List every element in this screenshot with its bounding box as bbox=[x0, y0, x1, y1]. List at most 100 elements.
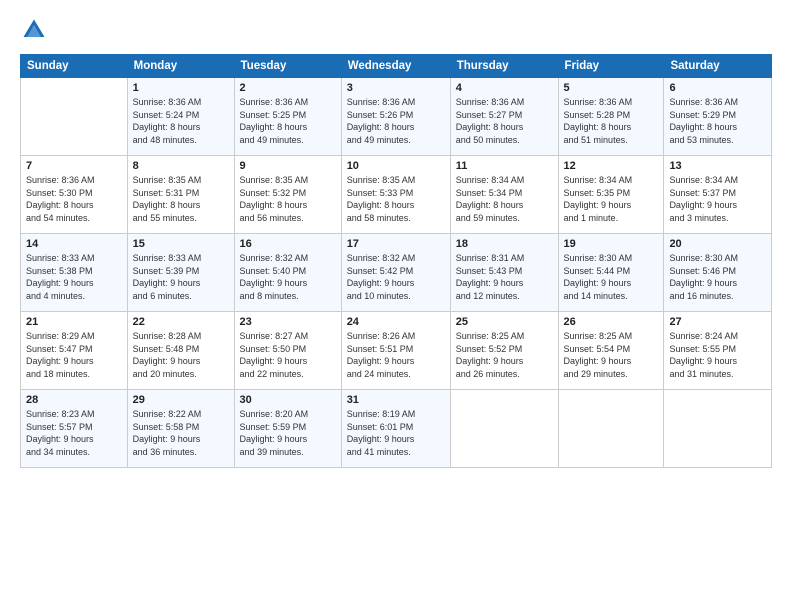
day-info: Sunrise: 8:34 AM Sunset: 5:37 PM Dayligh… bbox=[669, 174, 766, 224]
day-cell: 3Sunrise: 8:36 AM Sunset: 5:26 PM Daylig… bbox=[341, 78, 450, 156]
day-number: 2 bbox=[240, 82, 336, 94]
day-cell: 25 Sunrise: 8:25 AM Sunset: 5:52 PM Dayli… bbox=[450, 312, 558, 390]
header-row: Sunday Monday Tuesday Wednesday Thursday… bbox=[21, 55, 772, 78]
day-number: 18 bbox=[456, 238, 553, 250]
day-info: Sunrise: 8:36 AM Sunset: 5:25 PM Dayligh… bbox=[240, 96, 336, 146]
day-number: 11 bbox=[456, 160, 553, 172]
day-cell: 12 Sunrise: 8:34 AM Sunset: 5:35 PM Dayli… bbox=[558, 156, 664, 234]
day-info: Sunrise: 8:19 AM Sunset: 6:01 PM Dayligh… bbox=[347, 408, 445, 458]
col-sunday: Sunday bbox=[21, 55, 128, 78]
day-cell: 9Sunrise: 8:35 AM Sunset: 5:32 PM Daylig… bbox=[234, 156, 341, 234]
day-cell: 24 Sunrise: 8:26 AM Sunset: 5:51 PM Dayli… bbox=[341, 312, 450, 390]
day-cell: 31 Sunrise: 8:19 AM Sunset: 6:01 PM Dayli… bbox=[341, 390, 450, 468]
day-cell: 28 Sunrise: 8:23 AM Sunset: 5:57 PM Dayli… bbox=[21, 390, 128, 468]
day-cell: 5Sunrise: 8:36 AM Sunset: 5:28 PM Daylig… bbox=[558, 78, 664, 156]
day-info: Sunrise: 8:32 AM Sunset: 5:40 PM Dayligh… bbox=[240, 252, 336, 302]
day-info: Sunrise: 8:35 AM Sunset: 5:33 PM Dayligh… bbox=[347, 174, 445, 224]
day-info: Sunrise: 8:36 AM Sunset: 5:29 PM Dayligh… bbox=[669, 96, 766, 146]
day-cell: 4 Sunrise: 8:36 AM Sunset: 5:27 PM Daylig… bbox=[450, 78, 558, 156]
day-info: Sunrise: 8:30 AM Sunset: 5:44 PM Dayligh… bbox=[564, 252, 659, 302]
day-number: 22 bbox=[133, 316, 229, 328]
day-number: 19 bbox=[564, 238, 659, 250]
col-thursday: Thursday bbox=[450, 55, 558, 78]
col-wednesday: Wednesday bbox=[341, 55, 450, 78]
day-cell bbox=[664, 390, 772, 468]
day-info: Sunrise: 8:33 AM Sunset: 5:39 PM Dayligh… bbox=[133, 252, 229, 302]
day-info: Sunrise: 8:25 AM Sunset: 5:54 PM Dayligh… bbox=[564, 330, 659, 380]
day-cell: 19 Sunrise: 8:30 AM Sunset: 5:44 PM Dayli… bbox=[558, 234, 664, 312]
day-cell: 17 Sunrise: 8:32 AM Sunset: 5:42 PM Dayli… bbox=[341, 234, 450, 312]
day-info: Sunrise: 8:24 AM Sunset: 5:55 PM Dayligh… bbox=[669, 330, 766, 380]
day-number: 9 bbox=[240, 160, 336, 172]
day-number: 8 bbox=[133, 160, 229, 172]
day-number: 4 bbox=[456, 82, 553, 94]
day-number: 25 bbox=[456, 316, 553, 328]
week-row-3: 21 Sunrise: 8:29 AM Sunset: 5:47 PM Dayli… bbox=[21, 312, 772, 390]
day-info: Sunrise: 8:35 AM Sunset: 5:31 PM Dayligh… bbox=[133, 174, 229, 224]
day-number: 21 bbox=[26, 316, 122, 328]
day-number: 17 bbox=[347, 238, 445, 250]
day-info: Sunrise: 8:22 AM Sunset: 5:58 PM Dayligh… bbox=[133, 408, 229, 458]
day-cell: 21 Sunrise: 8:29 AM Sunset: 5:47 PM Dayli… bbox=[21, 312, 128, 390]
day-info: Sunrise: 8:34 AM Sunset: 5:35 PM Dayligh… bbox=[564, 174, 659, 224]
day-cell: 26Sunrise: 8:25 AM Sunset: 5:54 PM Dayli… bbox=[558, 312, 664, 390]
day-cell: 16 Sunrise: 8:32 AM Sunset: 5:40 PM Dayli… bbox=[234, 234, 341, 312]
day-cell: 30 Sunrise: 8:20 AM Sunset: 5:59 PM Dayli… bbox=[234, 390, 341, 468]
day-info: Sunrise: 8:36 AM Sunset: 5:27 PM Dayligh… bbox=[456, 96, 553, 146]
day-info: Sunrise: 8:23 AM Sunset: 5:57 PM Dayligh… bbox=[26, 408, 122, 458]
day-info: Sunrise: 8:20 AM Sunset: 5:59 PM Dayligh… bbox=[240, 408, 336, 458]
day-cell bbox=[21, 78, 128, 156]
day-number: 30 bbox=[240, 394, 336, 406]
day-number: 13 bbox=[669, 160, 766, 172]
day-cell bbox=[450, 390, 558, 468]
logo-icon bbox=[20, 16, 48, 44]
day-cell: 6 Sunrise: 8:36 AM Sunset: 5:29 PM Daylig… bbox=[664, 78, 772, 156]
day-cell: 1Sunrise: 8:36 AM Sunset: 5:24 PM Daylig… bbox=[127, 78, 234, 156]
day-info: Sunrise: 8:29 AM Sunset: 5:47 PM Dayligh… bbox=[26, 330, 122, 380]
day-info: Sunrise: 8:27 AM Sunset: 5:50 PM Dayligh… bbox=[240, 330, 336, 380]
day-number: 24 bbox=[347, 316, 445, 328]
day-number: 29 bbox=[133, 394, 229, 406]
day-number: 3 bbox=[347, 82, 445, 94]
day-number: 16 bbox=[240, 238, 336, 250]
day-info: Sunrise: 8:36 AM Sunset: 5:30 PM Dayligh… bbox=[26, 174, 122, 224]
col-tuesday: Tuesday bbox=[234, 55, 341, 78]
page: Sunday Monday Tuesday Wednesday Thursday… bbox=[0, 0, 792, 612]
day-cell: 14Sunrise: 8:33 AM Sunset: 5:38 PM Dayli… bbox=[21, 234, 128, 312]
day-cell: 2 Sunrise: 8:36 AM Sunset: 5:25 PM Daylig… bbox=[234, 78, 341, 156]
day-number: 15 bbox=[133, 238, 229, 250]
day-info: Sunrise: 8:33 AM Sunset: 5:38 PM Dayligh… bbox=[26, 252, 122, 302]
day-number: 10 bbox=[347, 160, 445, 172]
day-info: Sunrise: 8:32 AM Sunset: 5:42 PM Dayligh… bbox=[347, 252, 445, 302]
day-cell: 7 Sunrise: 8:36 AM Sunset: 5:30 PM Daylig… bbox=[21, 156, 128, 234]
day-info: Sunrise: 8:36 AM Sunset: 5:28 PM Dayligh… bbox=[564, 96, 659, 146]
day-info: Sunrise: 8:30 AM Sunset: 5:46 PM Dayligh… bbox=[669, 252, 766, 302]
header bbox=[20, 16, 772, 44]
calendar-table: Sunday Monday Tuesday Wednesday Thursday… bbox=[20, 54, 772, 468]
day-cell: 29 Sunrise: 8:22 AM Sunset: 5:58 PM Dayli… bbox=[127, 390, 234, 468]
day-cell: 18 Sunrise: 8:31 AM Sunset: 5:43 PM Dayli… bbox=[450, 234, 558, 312]
week-row-1: 7 Sunrise: 8:36 AM Sunset: 5:30 PM Daylig… bbox=[21, 156, 772, 234]
day-cell: 10 Sunrise: 8:35 AM Sunset: 5:33 PM Dayli… bbox=[341, 156, 450, 234]
day-info: Sunrise: 8:25 AM Sunset: 5:52 PM Dayligh… bbox=[456, 330, 553, 380]
day-number: 20 bbox=[669, 238, 766, 250]
day-cell: 22 Sunrise: 8:28 AM Sunset: 5:48 PM Dayli… bbox=[127, 312, 234, 390]
day-info: Sunrise: 8:34 AM Sunset: 5:34 PM Dayligh… bbox=[456, 174, 553, 224]
day-cell: 20 Sunrise: 8:30 AM Sunset: 5:46 PM Dayli… bbox=[664, 234, 772, 312]
week-row-2: 14Sunrise: 8:33 AM Sunset: 5:38 PM Dayli… bbox=[21, 234, 772, 312]
day-info: Sunrise: 8:31 AM Sunset: 5:43 PM Dayligh… bbox=[456, 252, 553, 302]
day-cell: 23Sunrise: 8:27 AM Sunset: 5:50 PM Dayli… bbox=[234, 312, 341, 390]
day-cell bbox=[558, 390, 664, 468]
day-number: 31 bbox=[347, 394, 445, 406]
col-saturday: Saturday bbox=[664, 55, 772, 78]
day-number: 1 bbox=[133, 82, 229, 94]
day-cell: 13 Sunrise: 8:34 AM Sunset: 5:37 PM Dayli… bbox=[664, 156, 772, 234]
day-number: 28 bbox=[26, 394, 122, 406]
day-info: Sunrise: 8:26 AM Sunset: 5:51 PM Dayligh… bbox=[347, 330, 445, 380]
day-cell: 15 Sunrise: 8:33 AM Sunset: 5:39 PM Dayli… bbox=[127, 234, 234, 312]
day-number: 7 bbox=[26, 160, 122, 172]
day-number: 12 bbox=[564, 160, 659, 172]
col-monday: Monday bbox=[127, 55, 234, 78]
day-info: Sunrise: 8:28 AM Sunset: 5:48 PM Dayligh… bbox=[133, 330, 229, 380]
day-number: 6 bbox=[669, 82, 766, 94]
